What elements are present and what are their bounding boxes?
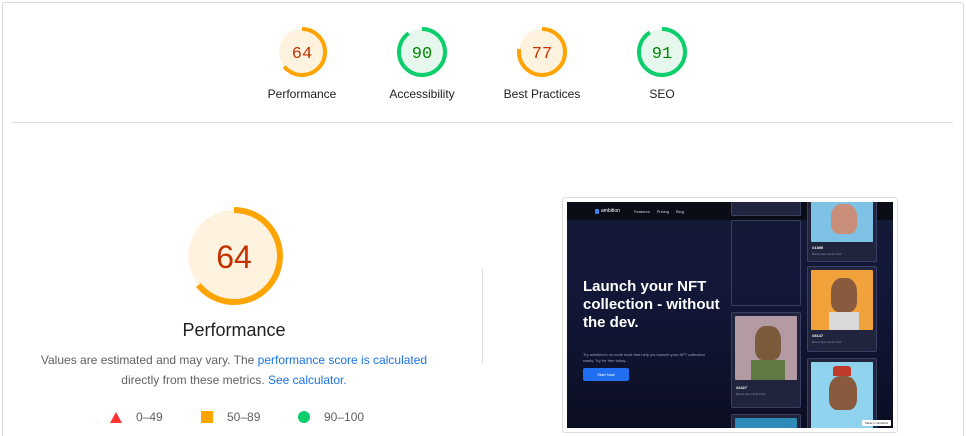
ape-body (751, 360, 785, 380)
nft-id: #1390 (812, 245, 824, 250)
gauge-best-practices[interactable]: 77 Best Practices (482, 26, 602, 101)
site-brand: ambition (595, 208, 620, 214)
nav-link: Features (633, 208, 650, 214)
hero-subtitle: Try ambition's no code tools that help y… (583, 352, 705, 363)
nft-collection: Bored Ape Yacht Club (736, 392, 766, 396)
ape-head (829, 376, 857, 410)
gauge-label: Accessibility (389, 87, 455, 101)
brand-logo-icon (595, 208, 599, 214)
nav-link: Pricing (656, 208, 669, 214)
circle-icon (298, 411, 310, 423)
ape-head (831, 204, 857, 234)
gauge-performance[interactable]: 64 Performance (242, 26, 362, 101)
nft-card: #5147 Bored Ape Yacht Club (807, 266, 877, 352)
note-text-2: directly from these metrics. (121, 373, 268, 387)
category-gauges: 64 Performance 90 Accessibility 77 Best … (0, 26, 966, 106)
nft-art (811, 362, 873, 428)
gauge-score: 90 (412, 45, 432, 64)
gauge-label: SEO (649, 87, 675, 101)
performance-main-gauge: 64 (184, 206, 284, 311)
ape-hat (833, 366, 851, 376)
score-note: Values are estimated and may vary. The p… (34, 350, 434, 390)
note-text: Values are estimated and may vary. The (40, 353, 258, 367)
gauge-score: 77 (532, 45, 552, 64)
nav-link: Blog (675, 208, 684, 214)
gauge-label: Performance (267, 87, 337, 101)
main-gauge-ring: 64 (185, 207, 283, 305)
nft-id: #2427 (736, 385, 748, 390)
brand-name: ambition (601, 208, 620, 214)
hero-button: Start Now (583, 368, 629, 381)
gauge-ring: 64 (277, 27, 327, 77)
legend-range: 50–89 (227, 410, 261, 424)
final-screenshot[interactable]: ambition Features Pricing Blog Sign in L… (562, 197, 898, 433)
nft-art (735, 316, 797, 380)
legend-pass: 90–100 (298, 410, 364, 424)
nft-collection: Bored Ape Yacht Club (812, 252, 842, 256)
header-divider (12, 122, 953, 123)
legend-average: 50–89 (201, 410, 260, 424)
gauge-accessibility[interactable]: 90 Accessibility (362, 26, 482, 101)
gauge-ring: 77 (517, 27, 567, 77)
score-legend: 0–49 50–89 90–100 (0, 410, 480, 426)
hero-title: Launch your NFT collection - without the… (583, 278, 720, 331)
nft-collection: Bored Ape Yacht Club (812, 340, 842, 344)
nft-card: #1390 Bored Ape Yacht Club (807, 202, 877, 262)
ape-head (755, 326, 781, 360)
gauge-score: 64 (292, 45, 312, 64)
ape-body (829, 312, 859, 330)
nft-art (735, 418, 797, 428)
nft-art (811, 202, 873, 242)
site-nav-links: Features Pricing Blog (634, 209, 684, 214)
nft-card (731, 414, 801, 428)
gauge-ring: 91 (637, 27, 687, 77)
main-gauge-score: 64 (216, 239, 252, 275)
vertical-separator (482, 268, 483, 364)
nft-card (807, 358, 877, 428)
screenshot-page: ambition Features Pricing Blog Sign in L… (567, 202, 893, 428)
legend-range: 90–100 (324, 410, 365, 424)
gauge-score: 91 (652, 45, 672, 64)
ape-head (831, 278, 857, 312)
main-title: Performance (182, 320, 286, 340)
score-calculated-link[interactable]: performance score is calculated (258, 353, 427, 367)
gauge-seo[interactable]: 91 SEO (602, 26, 722, 101)
nft-card: #2427 Bored Ape Yacht Club (731, 312, 801, 408)
triangle-icon (110, 411, 122, 423)
nft-art (811, 270, 873, 330)
legend-fail: 0–49 (110, 410, 163, 424)
legend-range: 0–49 (136, 410, 163, 424)
webflow-badge: Made in Webflow (862, 420, 891, 426)
see-calculator-link[interactable]: See calculator. (268, 373, 347, 387)
nft-card (731, 202, 801, 216)
square-icon (201, 411, 213, 423)
gauge-ring: 90 (397, 27, 447, 77)
gauge-label: Best Practices (503, 87, 581, 101)
nft-card-placeholder (731, 220, 801, 306)
nft-id: #5147 (812, 333, 824, 338)
